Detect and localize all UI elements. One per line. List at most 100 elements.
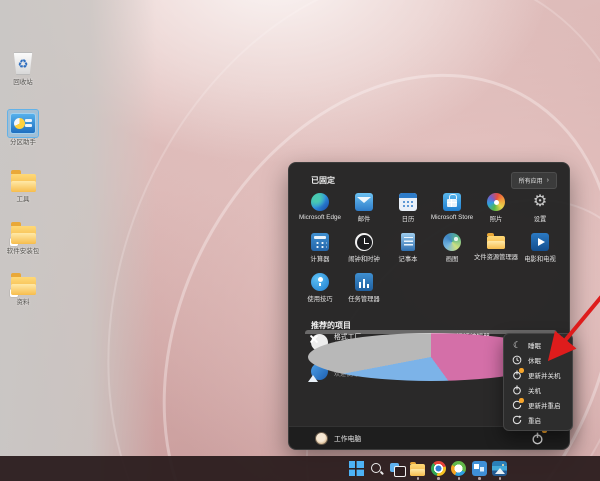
power-menu-item-restart[interactable]: 重启 — [504, 412, 572, 427]
power-menu-item-shutdown[interactable]: 关机 — [504, 382, 572, 397]
power-menu-label: 更新并重启 — [528, 400, 561, 410]
notepad-icon — [401, 233, 415, 251]
pinned-app-edge[interactable]: Microsoft Edge — [298, 190, 342, 230]
pinned-app-notepad[interactable]: 记事本 — [386, 230, 430, 270]
photos-icon — [492, 461, 507, 476]
pinned-app-photos[interactable]: 照片 — [474, 190, 518, 230]
user-name: 工作电脑 — [334, 433, 361, 443]
pinned-app-calculator[interactable]: 计算器 — [298, 230, 342, 270]
app-label: Microsoft Edge — [299, 214, 341, 221]
pinned-apps-grid: Microsoft Edge 邮件 日历 Microsoft Store 照片 … — [298, 190, 562, 310]
pinned-app-store[interactable]: Microsoft Store — [430, 190, 474, 230]
file-explorer-icon — [487, 236, 505, 249]
shortcut-arrow-icon: ↗ — [10, 289, 18, 297]
taskbar-browser-button[interactable] — [449, 457, 470, 480]
app-label: 文件资源管理器 — [474, 252, 518, 261]
app-label: 画图 — [446, 254, 459, 263]
power-icon — [512, 370, 522, 380]
power-icon — [512, 385, 522, 395]
pinned-app-paint[interactable]: 画图 — [430, 230, 474, 270]
task-view-icon — [390, 461, 405, 476]
app-label: 日历 — [402, 214, 415, 223]
app-label: 照片 — [490, 214, 503, 223]
desktop-icon-label: 资料 — [17, 299, 30, 306]
app-label: 计算器 — [311, 254, 330, 263]
pinned-app-task-manager[interactable]: 任务管理器 — [342, 270, 386, 310]
power-menu-item-hibernate[interactable]: 休眠 — [504, 352, 572, 367]
power-menu-item-update-restart[interactable]: 更新并重启 — [504, 397, 572, 412]
pinned-app-settings[interactable]: 设置 — [518, 190, 562, 230]
gallery-icon — [472, 461, 487, 476]
chevron-right-icon: › — [547, 178, 549, 184]
all-apps-button[interactable]: 所有应用 › — [511, 172, 557, 189]
file-explorer-icon — [410, 464, 425, 476]
settings-gear-icon — [531, 193, 549, 211]
pinned-app-mail[interactable]: 邮件 — [342, 190, 386, 230]
taskbar — [0, 456, 600, 481]
power-menu-item-update-shutdown[interactable]: 更新并关机 — [504, 367, 572, 382]
restart-icon — [512, 415, 522, 425]
movies-tv-icon — [531, 233, 549, 251]
power-menu-item-sleep[interactable]: ☾ 睡眠 — [504, 337, 572, 352]
power-options-menu: ☾ 睡眠 休眠 更新并关机 关机 更新并 — [503, 333, 573, 431]
app-label: 设置 — [534, 214, 547, 223]
desktop-icon-label: 回收站 — [13, 79, 33, 86]
taskbar-file-explorer-button[interactable] — [408, 457, 429, 480]
paint-icon — [443, 233, 461, 251]
power-menu-label: 重启 — [528, 415, 541, 425]
power-menu-label: 关机 — [528, 385, 541, 395]
shortcut-arrow-icon: ↗ — [10, 238, 18, 246]
desktop-icon-label: 软件安装包 — [7, 248, 40, 255]
app-label: 记事本 — [399, 254, 418, 263]
power-menu-label: 睡眠 — [528, 340, 541, 350]
desktop-icon-folder-2[interactable]: ↗ 软件安装包 — [3, 219, 43, 255]
power-icon — [531, 432, 544, 445]
all-apps-label: 所有应用 — [519, 176, 543, 185]
recycle-bin-icon — [8, 50, 38, 77]
desktop-icon-folder-1[interactable]: 工具 — [3, 167, 43, 203]
pinned-section-title: 已固定 — [311, 175, 335, 186]
photos-icon — [487, 193, 505, 211]
pinned-app-tips[interactable]: 使用技巧 — [298, 270, 342, 310]
desktop-icon-recycle-bin[interactable]: 回收站 — [3, 50, 43, 86]
avatar — [315, 432, 328, 445]
app-label: 任务管理器 — [348, 294, 379, 303]
taskbar-photos-button[interactable] — [490, 457, 511, 480]
sleep-moon-icon: ☾ — [512, 340, 522, 350]
update-badge — [519, 368, 524, 373]
folder-shortcut-icon: ↗ — [8, 270, 38, 297]
app-label: 使用技巧 — [307, 294, 332, 303]
power-button[interactable] — [529, 430, 545, 446]
calendar-icon — [399, 193, 417, 211]
taskbar-search-button[interactable] — [367, 457, 388, 480]
pinned-app-clock[interactable]: 闹钟和时钟 — [342, 230, 386, 270]
restart-icon — [512, 400, 522, 410]
pinned-app-calendar[interactable]: 日历 — [386, 190, 430, 230]
app-label: 邮件 — [358, 214, 371, 223]
store-icon — [443, 193, 461, 211]
windows-start-icon — [349, 461, 364, 476]
pinned-app-file-explorer[interactable]: 文件资源管理器 — [474, 230, 518, 270]
task-manager-icon — [355, 273, 373, 291]
power-menu-label: 休眠 — [528, 355, 541, 365]
hibernate-clock-icon — [512, 355, 522, 365]
taskbar-gallery-button[interactable] — [469, 457, 490, 480]
pinned-app-movies-tv[interactable]: 电影和电视 — [518, 230, 562, 270]
taskbar-task-view-button[interactable] — [387, 457, 408, 480]
user-account-button[interactable]: 工作电脑 — [315, 432, 361, 445]
app-label: Microsoft Store — [431, 214, 473, 221]
folder-icon — [8, 167, 38, 194]
desktop-icon-folder-3[interactable]: ↗ 资料 — [3, 270, 43, 306]
chrome-icon — [431, 461, 446, 476]
power-menu-label: 更新并关机 — [528, 370, 561, 380]
app-label: 电影和电视 — [524, 254, 555, 263]
desktop-icon-partition-app[interactable]: 分区助手 — [3, 110, 43, 146]
edge-icon — [311, 193, 329, 211]
desktop-wallpaper: 回收站 分区助手 工具 ↗ 软件安装包 ↗ 资料 已固定 所有应用 › Micr… — [0, 0, 600, 481]
desktop-icon-label: 工具 — [17, 196, 30, 203]
folder-shortcut-icon: ↗ — [8, 219, 38, 246]
taskbar-chrome-button[interactable] — [428, 457, 449, 480]
taskbar-start-button[interactable] — [346, 457, 367, 480]
calculator-icon — [311, 233, 329, 251]
mail-icon — [355, 193, 373, 211]
